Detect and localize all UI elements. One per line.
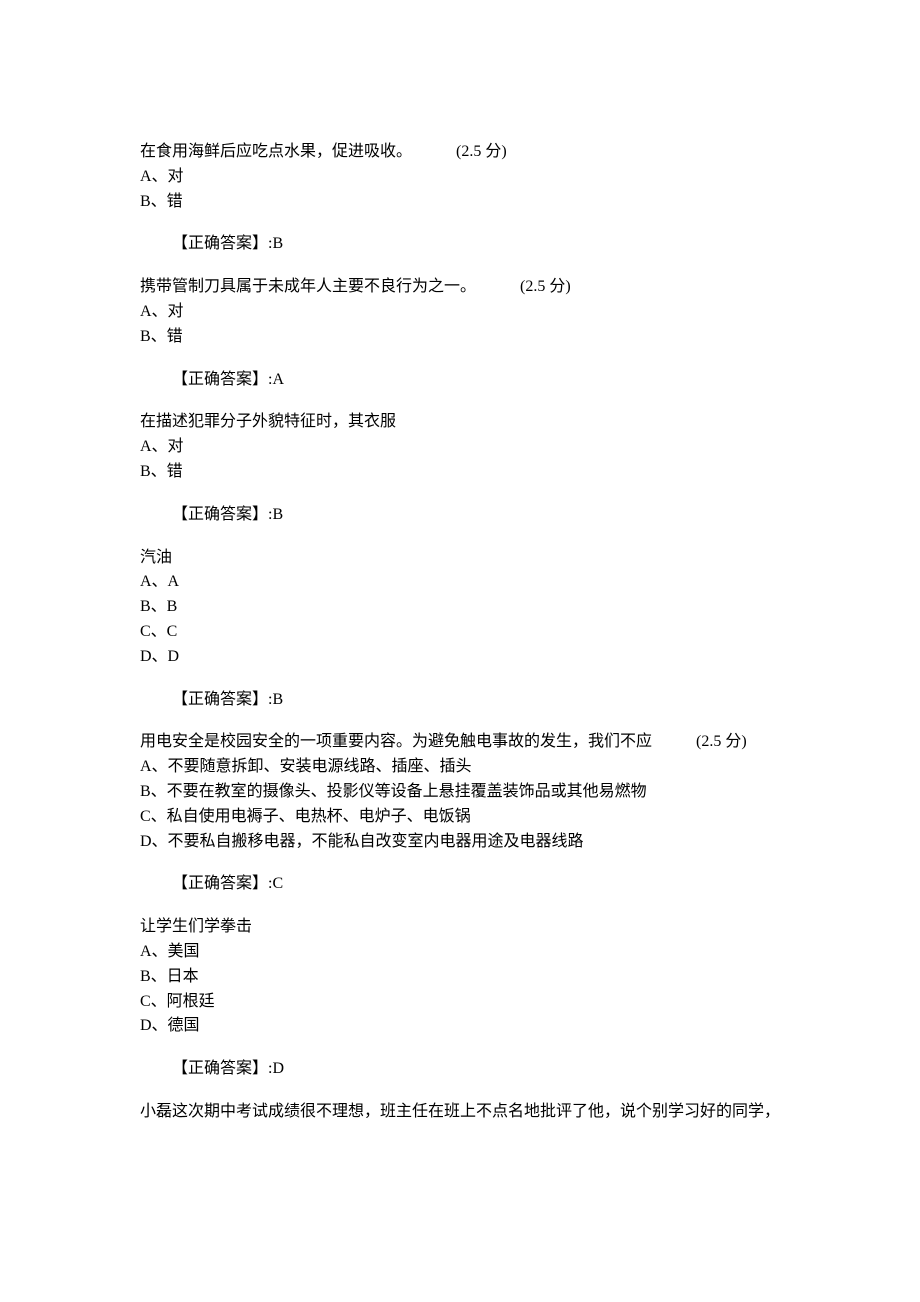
question-pad (652, 730, 696, 755)
question-score: (2.5 分) (520, 275, 571, 300)
option-b: B、B (140, 595, 780, 620)
question-text: 携带管制刀具属于未成年人主要不良行为之一。 (140, 275, 476, 300)
option-b: B、日本 (140, 965, 780, 990)
question-line: 在描述犯罪分子外貌特征时，其衣服 (140, 410, 780, 435)
option-c: C、私自使用电褥子、电热杯、电炉子、电饭锅 (140, 805, 780, 830)
question-text: 用电安全是校园安全的一项重要内容。为避免触电事故的发生，我们不应 (140, 730, 652, 755)
option-d: D、德国 (140, 1014, 780, 1039)
document-page: 在食用海鲜后应吃点水果，促进吸收。 (2.5 分) A、对 B、错 【正确答案】… (0, 0, 920, 1302)
question-text: 小磊这次期中考试成绩很不理想，班主任在班上不点名地批评了他，说个别学习好的同学， (140, 1100, 780, 1125)
option-b: B、不要在教室的摄像头、投影仪等设备上悬挂覆盖装饰品或其他易燃物 (140, 780, 780, 805)
option-a: A、不要随意拆卸、安装电源线路、插座、插头 (140, 755, 780, 780)
question-text: 让学生们学拳击 (140, 915, 252, 940)
question-score: (2.5 分) (456, 140, 507, 165)
question-block: 在描述犯罪分子外貌特征时，其衣服 A、对 B、错 【正确答案】:B (140, 410, 780, 527)
question-block: 让学生们学拳击 A、美国 B、日本 C、阿根廷 D、德国 【正确答案】:D (140, 915, 780, 1082)
correct-answer: 【正确答案】:B (140, 232, 780, 257)
option-d: D、不要私自搬移电器，不能私自改变室内电器用途及电器线路 (140, 830, 780, 855)
question-block-partial: 小磊这次期中考试成绩很不理想，班主任在班上不点名地批评了他，说个别学习好的同学， (140, 1100, 780, 1125)
question-line: 用电安全是校园安全的一项重要内容。为避免触电事故的发生，我们不应 (2.5 分) (140, 730, 780, 755)
option-b: B、错 (140, 190, 780, 215)
question-text: 在描述犯罪分子外貌特征时，其衣服 (140, 410, 396, 435)
option-c: C、C (140, 620, 780, 645)
option-a: A、对 (140, 300, 780, 325)
question-pad (412, 140, 456, 165)
option-c: C、阿根廷 (140, 990, 780, 1015)
option-a: A、美国 (140, 940, 780, 965)
question-block: 在食用海鲜后应吃点水果，促进吸收。 (2.5 分) A、对 B、错 【正确答案】… (140, 140, 780, 257)
option-d: D、D (140, 645, 780, 670)
question-block: 汽油 A、A B、B C、C D、D 【正确答案】:B (140, 546, 780, 713)
question-line: 汽油 (140, 546, 780, 571)
question-block: 携带管制刀具属于未成年人主要不良行为之一。 (2.5 分) A、对 B、错 【正… (140, 275, 780, 392)
option-b: B、错 (140, 325, 780, 350)
correct-answer: 【正确答案】:C (140, 872, 780, 897)
correct-answer: 【正确答案】:B (140, 503, 780, 528)
question-text: 汽油 (140, 546, 172, 571)
option-a: A、对 (140, 435, 780, 460)
correct-answer: 【正确答案】:B (140, 688, 780, 713)
option-b: B、错 (140, 460, 780, 485)
question-block: 用电安全是校园安全的一项重要内容。为避免触电事故的发生，我们不应 (2.5 分)… (140, 730, 780, 897)
question-pad (476, 275, 520, 300)
option-a: A、对 (140, 165, 780, 190)
question-line: 携带管制刀具属于未成年人主要不良行为之一。 (2.5 分) (140, 275, 780, 300)
correct-answer: 【正确答案】:A (140, 368, 780, 393)
question-score: (2.5 分) (696, 730, 747, 755)
question-line: 在食用海鲜后应吃点水果，促进吸收。 (2.5 分) (140, 140, 780, 165)
question-line: 小磊这次期中考试成绩很不理想，班主任在班上不点名地批评了他，说个别学习好的同学， (140, 1100, 780, 1125)
question-line: 让学生们学拳击 (140, 915, 780, 940)
question-text: 在食用海鲜后应吃点水果，促进吸收。 (140, 140, 412, 165)
option-a: A、A (140, 570, 780, 595)
correct-answer: 【正确答案】:D (140, 1057, 780, 1082)
